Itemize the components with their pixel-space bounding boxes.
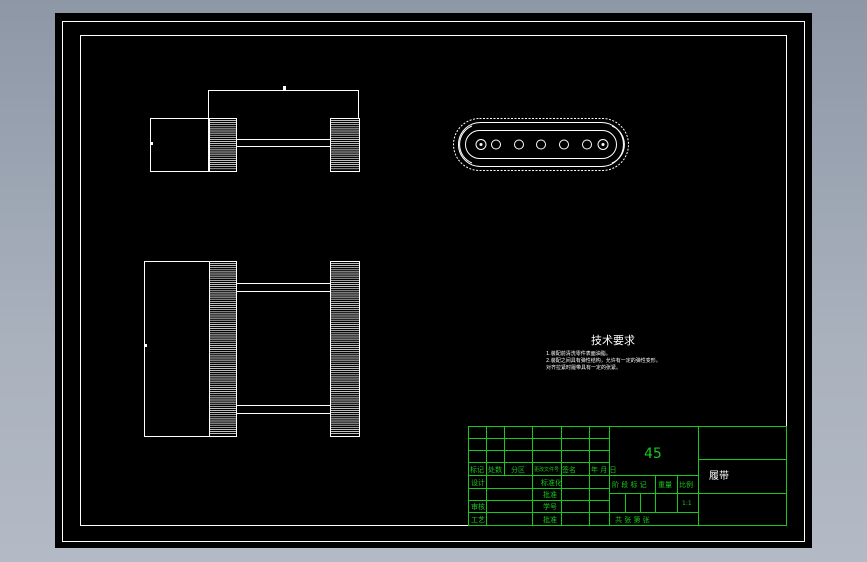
label-weight: 重量 [658, 481, 672, 489]
label-scale: 比例 [679, 480, 693, 489]
sprocket-left-hub [479, 143, 483, 146]
track-end-right-arc [611, 125, 625, 164]
top-view-right-track [330, 118, 360, 172]
side-view-track-loop [453, 118, 629, 171]
header-count: 处数 [488, 465, 502, 474]
label-approve-2: 批准 [543, 515, 557, 524]
track-inner-plate [465, 130, 617, 159]
header-date: 年 月 日 [591, 465, 616, 474]
top-view-frame-line [208, 90, 359, 119]
roller-5 [582, 139, 592, 150]
technical-notes: 技术要求 1.装配前清洗零件表面油脂。 2.装配之间具有弹性结构，允许有一定的弹… [546, 334, 661, 371]
plan-view-left-track-treads [209, 263, 237, 434]
notes-line-2: 2.装配之间具有弹性结构，允许有一定的弹性变形。 [546, 357, 661, 364]
header-zone: 分区 [511, 465, 525, 474]
notes-title: 技术要求 [591, 334, 635, 347]
notes-line-1: 1.装配前清洗零件表面油脂。 [546, 350, 611, 357]
inner-drawing-frame [80, 35, 787, 526]
header-sign: 签名 [562, 465, 576, 474]
plan-view-tick [144, 344, 147, 347]
plan-view-right-track-treads [330, 263, 360, 434]
track-middle-contour [458, 122, 624, 167]
cad-viewport[interactable]: 技术要求 1.装配前清洗零件表面油脂。 2.装配之间具有弹性结构，允许有一定的弹… [55, 13, 812, 548]
label-design: 设计 [471, 478, 485, 487]
notes-line-3: 对齐拉紧时履带具有一定的张紧。 [546, 364, 621, 371]
top-view-marker [283, 86, 286, 90]
scale-value: 1:1 [682, 500, 692, 507]
header-change-doc: 更改文件号 [534, 466, 559, 473]
roller-3 [536, 139, 546, 150]
top-view-tick [150, 142, 153, 145]
top-view-left-track [209, 118, 237, 172]
material-value: 45 [644, 446, 662, 462]
top-view-drive-box [150, 118, 209, 172]
part-name: 履带 [709, 470, 729, 482]
roller-1 [491, 139, 501, 150]
sheet-count: 共 张 第 张 [615, 515, 650, 524]
plan-view-assembly [144, 261, 360, 437]
label-standardization: 标准化 [541, 478, 562, 487]
top-view-left-track-treads [209, 120, 237, 170]
label-stage-mark: 阶 段 标 记 [612, 480, 647, 489]
roller-4 [559, 139, 569, 150]
outer-sheet-border [62, 21, 805, 542]
top-view-right-track-treads [330, 120, 360, 170]
label-student-id: 学号 [543, 502, 557, 511]
header-mark: 标记 [470, 465, 484, 474]
top-view-assembly [150, 86, 360, 172]
sprocket-right-hub [601, 143, 605, 146]
label-approve-1: 批准 [543, 490, 557, 499]
label-process: 工艺 [471, 516, 485, 524]
roller-2 [514, 139, 524, 150]
label-review: 审核 [471, 502, 485, 511]
plan-view-body [144, 261, 210, 437]
title-block: 标记 处数 分区 更改文件号 签名 年 月 日 设计 审核 工艺 标准化 批准 … [468, 426, 787, 526]
cad-drawing: 技术要求 1.装配前清洗零件表面油脂。 2.装配之间具有弹性结构，允许有一定的弹… [62, 21, 805, 542]
